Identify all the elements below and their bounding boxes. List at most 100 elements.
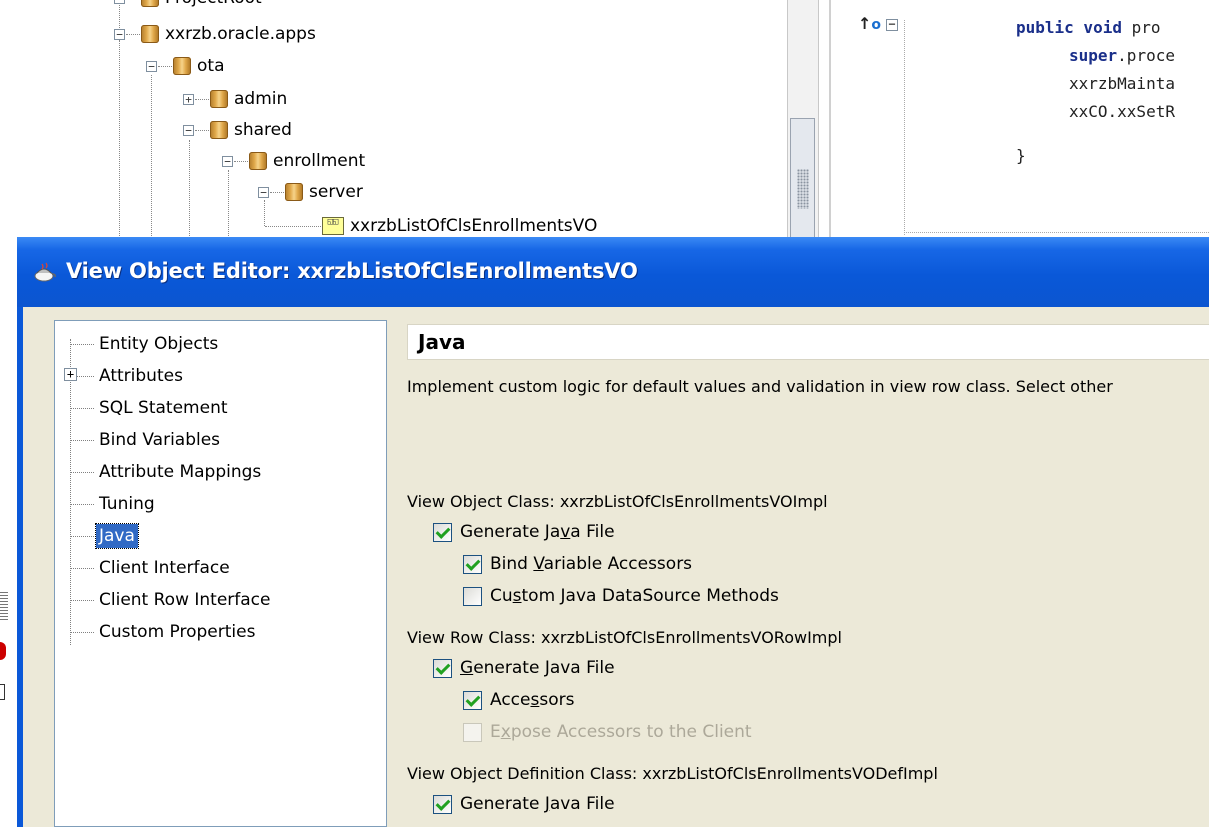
tree-toggle[interactable]: − <box>114 0 125 4</box>
checkbox-box <box>463 722 482 742</box>
nav-item-label: Tuning <box>99 494 155 514</box>
vo-generate-java-file-checkbox[interactable]: Generate Java File <box>433 522 615 542</box>
section-title: Java <box>418 330 466 354</box>
package-icon <box>210 121 228 139</box>
collapse-icon[interactable]: − <box>114 28 125 40</box>
nav-item-sql-statement[interactable]: SQL Statement <box>70 393 231 423</box>
view-object-icon: ◱◱ <box>322 217 344 235</box>
tree-item-label: enrollment <box>273 151 366 171</box>
package-icon <box>173 57 191 75</box>
scrollbar-grip-icon <box>797 169 809 209</box>
def-generate-java-file-checkbox[interactable]: Generate Java File <box>433 794 615 814</box>
partial-icon <box>0 642 6 660</box>
tree-item-shared[interactable]: − shared <box>183 116 292 144</box>
override-arrow-icon[interactable]: ↑o <box>858 14 881 33</box>
package-icon <box>210 90 228 108</box>
nav-item-label: Bind Variables <box>99 430 221 450</box>
checkbox-box[interactable] <box>463 586 482 606</box>
tree-item-label: ProjectRoot <box>165 0 262 8</box>
nav-item-label: Client Row Interface <box>99 590 271 610</box>
code-line[interactable]: xxrzbMainta <box>1069 74 1175 93</box>
package-icon <box>141 25 159 43</box>
expand-icon[interactable]: + <box>183 93 194 105</box>
custom-java-datasource-methods-checkbox[interactable]: Custom Java DataSource Methods <box>463 586 779 606</box>
tree-item-xxrzb-oracle-apps[interactable]: − xxrzb.oracle.apps <box>114 20 316 48</box>
nav-item-label: Java <box>95 523 139 549</box>
dialog-title-bar[interactable]: View Object Editor: xxrzbListOfClsEnroll… <box>17 237 1209 307</box>
checkbox-label: Accessors <box>490 690 575 710</box>
package-icon <box>249 152 267 170</box>
checkbox-box[interactable] <box>433 522 452 542</box>
tree-item-view-object[interactable]: ◱◱ xxrzbListOfClsEnrollmentsVO <box>264 212 597 240</box>
background-window-edge <box>0 240 17 827</box>
tree-item-enrollment[interactable]: − enrollment <box>222 147 365 175</box>
checkbox-box[interactable] <box>463 690 482 710</box>
checkbox-label: Generate Java File <box>460 522 615 542</box>
checkbox-label: Custom Java DataSource Methods <box>490 586 779 606</box>
view-object-definition-class-label: View Object Definition Class: xxrzbListO… <box>407 764 938 783</box>
tree-item-ota[interactable]: − ota <box>146 52 224 80</box>
package-icon <box>285 183 303 201</box>
code-line[interactable]: super.proce <box>1069 46 1175 65</box>
nav-item-client-row-interface[interactable]: Client Row Interface <box>70 585 274 615</box>
java-cup-icon <box>34 262 56 282</box>
collapse-icon[interactable]: − <box>258 186 269 198</box>
tree-item-server[interactable]: − server <box>258 178 363 206</box>
nav-item-client-interface[interactable]: Client Interface <box>70 553 233 583</box>
checkbox-label: Generate Java File <box>460 658 615 678</box>
scrollbar-thumb[interactable] <box>790 118 815 240</box>
editor-divider <box>829 0 831 240</box>
tree-item-project[interactable]: − ProjectRoot <box>114 0 262 12</box>
row-generate-java-file-checkbox[interactable]: Generate Java File <box>433 658 615 678</box>
tree-item-label: server <box>309 182 363 202</box>
tree-guide-line <box>189 140 190 240</box>
tree-item-label: xxrzb.oracle.apps <box>165 24 316 44</box>
collapse-icon[interactable]: − <box>183 124 194 136</box>
nav-item-label: Entity Objects <box>99 334 219 354</box>
java-settings-panel: Java Implement custom logic for default … <box>405 320 1209 827</box>
checkbox-box[interactable] <box>433 794 452 814</box>
view-object-editor-dialog: View Object Editor: xxrzbListOfClsEnroll… <box>17 237 1209 827</box>
nav-item-label: Attribute Mappings <box>99 462 262 482</box>
expand-icon[interactable]: + <box>64 368 77 381</box>
section-header: Java <box>407 324 1209 360</box>
code-line[interactable]: } <box>1016 146 1026 165</box>
nav-item-java[interactable]: Java <box>70 521 139 551</box>
package-icon <box>141 0 159 7</box>
nav-item-attributes[interactable]: Attributes <box>70 361 186 391</box>
code-fold-icon[interactable]: − <box>886 18 898 31</box>
code-line[interactable]: public void pro <box>1016 18 1161 37</box>
toolbar-grip-icon <box>0 592 8 622</box>
nav-item-bind-variables[interactable]: Bind Variables <box>70 425 223 455</box>
expose-accessors-checkbox: Expose Accessors to the Client <box>463 722 752 742</box>
tree-guide-line <box>228 170 229 240</box>
tree-item-label: xxrzbListOfClsEnrollmentsVO <box>350 216 598 236</box>
nav-item-tuning[interactable]: Tuning <box>70 489 158 519</box>
tree-scrollbar[interactable] <box>787 0 819 240</box>
tree-item-label: admin <box>234 89 288 109</box>
collapse-icon[interactable]: − <box>146 60 157 72</box>
dialog-client-area: Entity Objects Attributes + SQL Statemen… <box>23 307 1209 827</box>
view-object-class-label: View Object Class: xxrzbListOfClsEnrollm… <box>407 492 828 511</box>
nav-item-custom-properties[interactable]: Custom Properties <box>70 617 258 647</box>
code-gutter-line <box>904 20 905 235</box>
checkbox-label: Bind Variable Accessors <box>490 554 693 574</box>
tree-item-admin[interactable]: + admin <box>183 85 287 113</box>
checkbox-box[interactable] <box>463 554 482 574</box>
collapse-icon[interactable]: − <box>222 155 233 167</box>
accessors-checkbox[interactable]: Accessors <box>463 690 574 710</box>
partial-icon <box>0 684 5 700</box>
checkbox-box[interactable] <box>433 658 452 678</box>
nav-item-label: Custom Properties <box>99 622 256 642</box>
section-description: Implement custom logic for default value… <box>407 377 1113 396</box>
view-row-class-label: View Row Class: xxrzbListOfClsEnrollment… <box>407 628 842 647</box>
tree-guide-line <box>119 40 120 240</box>
nav-item-label: SQL Statement <box>99 398 228 418</box>
tree-item-label: shared <box>234 120 292 140</box>
nav-item-label: Attributes <box>99 366 183 386</box>
tree-item-label: ota <box>197 56 225 76</box>
nav-item-attribute-mappings[interactable]: Attribute Mappings <box>70 457 264 487</box>
code-line[interactable]: xxCO.xxSetR <box>1069 102 1175 121</box>
bind-variable-accessors-checkbox[interactable]: Bind Variable Accessors <box>463 554 692 574</box>
nav-item-entity-objects[interactable]: Entity Objects <box>70 329 221 359</box>
